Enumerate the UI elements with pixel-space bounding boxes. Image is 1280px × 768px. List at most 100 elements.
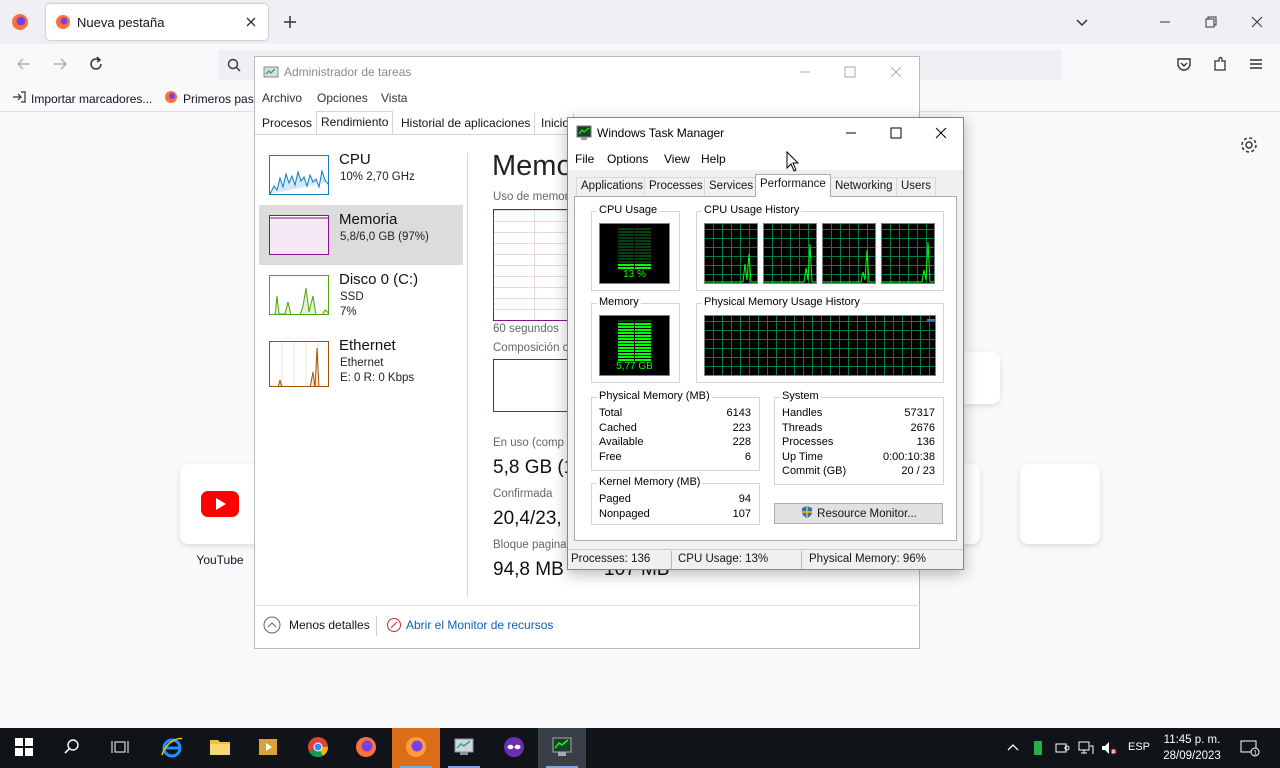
- firefox-icon[interactable]: [8, 10, 32, 34]
- device-icon[interactable]: [1054, 740, 1070, 756]
- status-processes: Processes: 136: [571, 553, 651, 565]
- tab-users[interactable]: Users: [896, 177, 937, 196]
- meter-segment: [635, 261, 651, 263]
- close-icon[interactable]: [242, 13, 260, 31]
- search-button[interactable]: [48, 728, 96, 768]
- meter-segment: [635, 320, 651, 322]
- page-title: Memo: [492, 150, 573, 182]
- cpu-mini-graph: [269, 155, 329, 195]
- network-icon[interactable]: [1078, 740, 1094, 756]
- tab-networking[interactable]: Networking: [830, 177, 898, 196]
- restore-button[interactable]: [1201, 12, 1221, 32]
- meter-segment: [618, 326, 634, 328]
- taskbar-internet-explorer[interactable]: [148, 728, 196, 768]
- composition-label: Composición c: [493, 342, 569, 354]
- taskbar-file-explorer[interactable]: [196, 728, 244, 768]
- minimize-button[interactable]: [1155, 12, 1175, 32]
- status-cpu: CPU Usage: 13%: [678, 553, 769, 565]
- meter-segment: [635, 329, 651, 331]
- chevron-up-icon[interactable]: [1005, 740, 1021, 756]
- resource-monitor-button[interactable]: Resource Monitor...: [774, 503, 943, 524]
- sidebar-item-ethernet[interactable]: Ethernet Ethernet E: 0 R: 0 Kbps: [259, 331, 463, 391]
- taskbar-media-app[interactable]: [244, 728, 292, 768]
- taskbar-firefox[interactable]: [342, 728, 390, 768]
- extensions-icon[interactable]: [1210, 54, 1230, 74]
- reload-icon[interactable]: [86, 54, 106, 74]
- meter-segment: [618, 249, 634, 251]
- task-manager-icon: [550, 735, 574, 762]
- sidebar-item-disco[interactable]: Disco 0 (C:) SSD 7%: [259, 265, 463, 325]
- app-mask-icon: [502, 735, 526, 762]
- taskbar-chrome[interactable]: [294, 728, 342, 768]
- bookmark-import[interactable]: Importar marcadores...: [12, 90, 152, 107]
- tab-rendimiento[interactable]: Rendimiento: [316, 111, 394, 134]
- tab-performance[interactable]: Performance: [755, 174, 831, 197]
- menu-options[interactable]: Options: [607, 152, 648, 166]
- gear-icon[interactable]: [1239, 135, 1259, 155]
- bookmark-getting-started[interactable]: Primeros pasos: [164, 90, 266, 107]
- tab-procesos[interactable]: Procesos: [258, 113, 318, 135]
- forward-arrow-icon[interactable]: [50, 54, 70, 74]
- close-window-button[interactable]: [887, 63, 905, 81]
- hamburger-menu-icon[interactable]: [1246, 54, 1266, 74]
- start-button[interactable]: [0, 728, 48, 768]
- open-resource-monitor-link[interactable]: Abrir el Monitor de recursos: [406, 618, 553, 632]
- battery-icon[interactable]: [1030, 740, 1046, 756]
- input-language[interactable]: ESP: [1128, 741, 1150, 753]
- chevron-up-icon[interactable]: [263, 616, 281, 634]
- divider: [376, 616, 377, 636]
- menu-archivo[interactable]: Archivo: [262, 91, 302, 105]
- item-detail-2: E: 0 R: 0 Kbps: [340, 372, 415, 384]
- committed-value: 20,4/23,: [493, 508, 562, 529]
- group-label: Memory: [597, 296, 641, 308]
- taskbar-firefox-active[interactable]: [392, 728, 440, 768]
- tab-historial[interactable]: Historial de aplicaciones: [397, 113, 536, 135]
- clock-time: 11:45 p. m.: [1163, 734, 1221, 746]
- item-detail: 10% 2,70 GHz: [340, 171, 415, 183]
- stat-label: Handles: [782, 407, 823, 419]
- menu-view[interactable]: View: [664, 152, 690, 166]
- stat-value: 136: [916, 436, 935, 448]
- tab-new-tab[interactable]: Nueva pestaña: [46, 4, 268, 40]
- maximize-button[interactable]: [887, 124, 905, 142]
- menu-file[interactable]: File: [575, 152, 594, 166]
- close-window-button[interactable]: [1247, 12, 1267, 32]
- clock[interactable]: 11:45 p. m. 28/09/2023: [1160, 732, 1224, 764]
- back-arrow-icon[interactable]: [14, 54, 34, 74]
- stat-row: Paged 94: [599, 493, 751, 505]
- shortcut-label: YouTube: [196, 553, 244, 567]
- item-detail-2: 7%: [340, 306, 357, 318]
- close-window-button[interactable]: [932, 124, 950, 142]
- pocket-icon[interactable]: [1174, 54, 1194, 74]
- fewer-details-link[interactable]: Menos detalles: [289, 618, 370, 632]
- menu-vista[interactable]: Vista: [381, 91, 407, 105]
- divider: [671, 551, 672, 569]
- search-box-partial[interactable]: [960, 352, 1000, 404]
- shortcut-tile-empty[interactable]: [1020, 464, 1100, 544]
- tab-applications[interactable]: Applications: [576, 177, 649, 196]
- title-bar[interactable]: Windows Task Manager: [568, 118, 963, 148]
- minimize-button[interactable]: [842, 124, 860, 142]
- memory-mini-graph: [269, 215, 329, 255]
- notifications-icon[interactable]: 1: [1240, 739, 1260, 757]
- memory-meter: 5,77 GB: [599, 315, 670, 376]
- sidebar-item-memoria[interactable]: Memoria 5,8/6,0 GB (97%): [259, 205, 463, 265]
- menu-opciones[interactable]: Opciones: [317, 91, 368, 105]
- menu-help[interactable]: Help: [701, 152, 726, 166]
- meter-segment: [635, 323, 651, 325]
- taskbar-task-manager[interactable]: [440, 728, 488, 768]
- taskbar-app-mask[interactable]: [490, 728, 538, 768]
- taskbar-windows-task-manager[interactable]: [538, 728, 586, 768]
- task-view-button[interactable]: [96, 728, 144, 768]
- chrome-icon: [306, 735, 330, 762]
- maximize-button[interactable]: [841, 63, 859, 81]
- shortcut-tile-youtube[interactable]: [180, 464, 260, 544]
- volume-muted-icon[interactable]: [1101, 740, 1117, 756]
- tab-services[interactable]: Services: [704, 177, 759, 196]
- meter-segment: [635, 231, 651, 233]
- list-all-tabs-button[interactable]: [1072, 12, 1092, 32]
- sidebar-item-cpu[interactable]: CPU 10% 2,70 GHz: [259, 145, 463, 205]
- new-tab-button[interactable]: [280, 12, 300, 32]
- tab-processes[interactable]: Processes: [644, 177, 708, 196]
- minimize-button[interactable]: [796, 63, 814, 81]
